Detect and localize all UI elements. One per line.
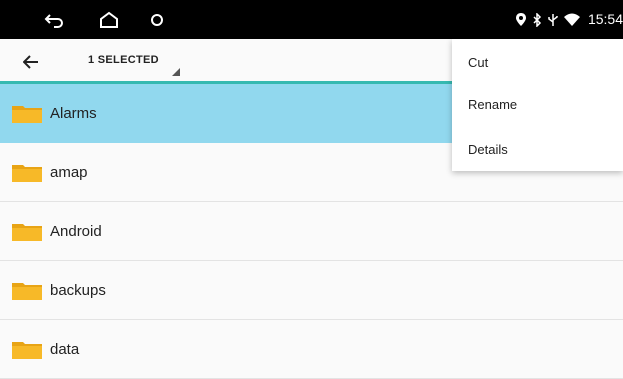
back-arrow-icon[interactable] (20, 51, 42, 73)
back-nav-icon[interactable] (40, 6, 68, 34)
usb-icon (548, 13, 558, 27)
menu-item-rename[interactable]: Rename (468, 97, 517, 112)
selection-count[interactable]: 1 SELECTED (88, 54, 159, 66)
menu-item-cut[interactable]: Cut (468, 55, 488, 70)
recents-nav-icon[interactable] (143, 6, 171, 34)
file-name: data (50, 341, 80, 358)
overflow-menu: Cut Rename Details (452, 39, 623, 171)
status-bar: 15:54 (0, 0, 623, 39)
status-icons: 15:54 (515, 0, 623, 39)
bluetooth-icon (532, 12, 542, 27)
file-name: amap (50, 164, 88, 181)
folder-icon (12, 340, 42, 364)
file-row[interactable]: Android (0, 202, 623, 261)
file-name: backups (50, 282, 106, 299)
file-name: Alarms (50, 105, 97, 122)
dropdown-caret-icon[interactable] (172, 63, 180, 81)
folder-icon (12, 281, 42, 305)
status-time: 15:54 (587, 11, 623, 27)
file-row[interactable]: data (0, 320, 623, 379)
folder-icon (12, 104, 42, 128)
folder-icon (12, 222, 42, 246)
menu-item-details[interactable]: Details (468, 142, 508, 157)
file-row[interactable]: backups (0, 261, 623, 320)
location-icon (515, 13, 526, 26)
file-name: Android (50, 223, 102, 240)
home-nav-icon[interactable] (95, 6, 123, 34)
wifi-icon (563, 13, 580, 26)
folder-icon (12, 163, 42, 187)
